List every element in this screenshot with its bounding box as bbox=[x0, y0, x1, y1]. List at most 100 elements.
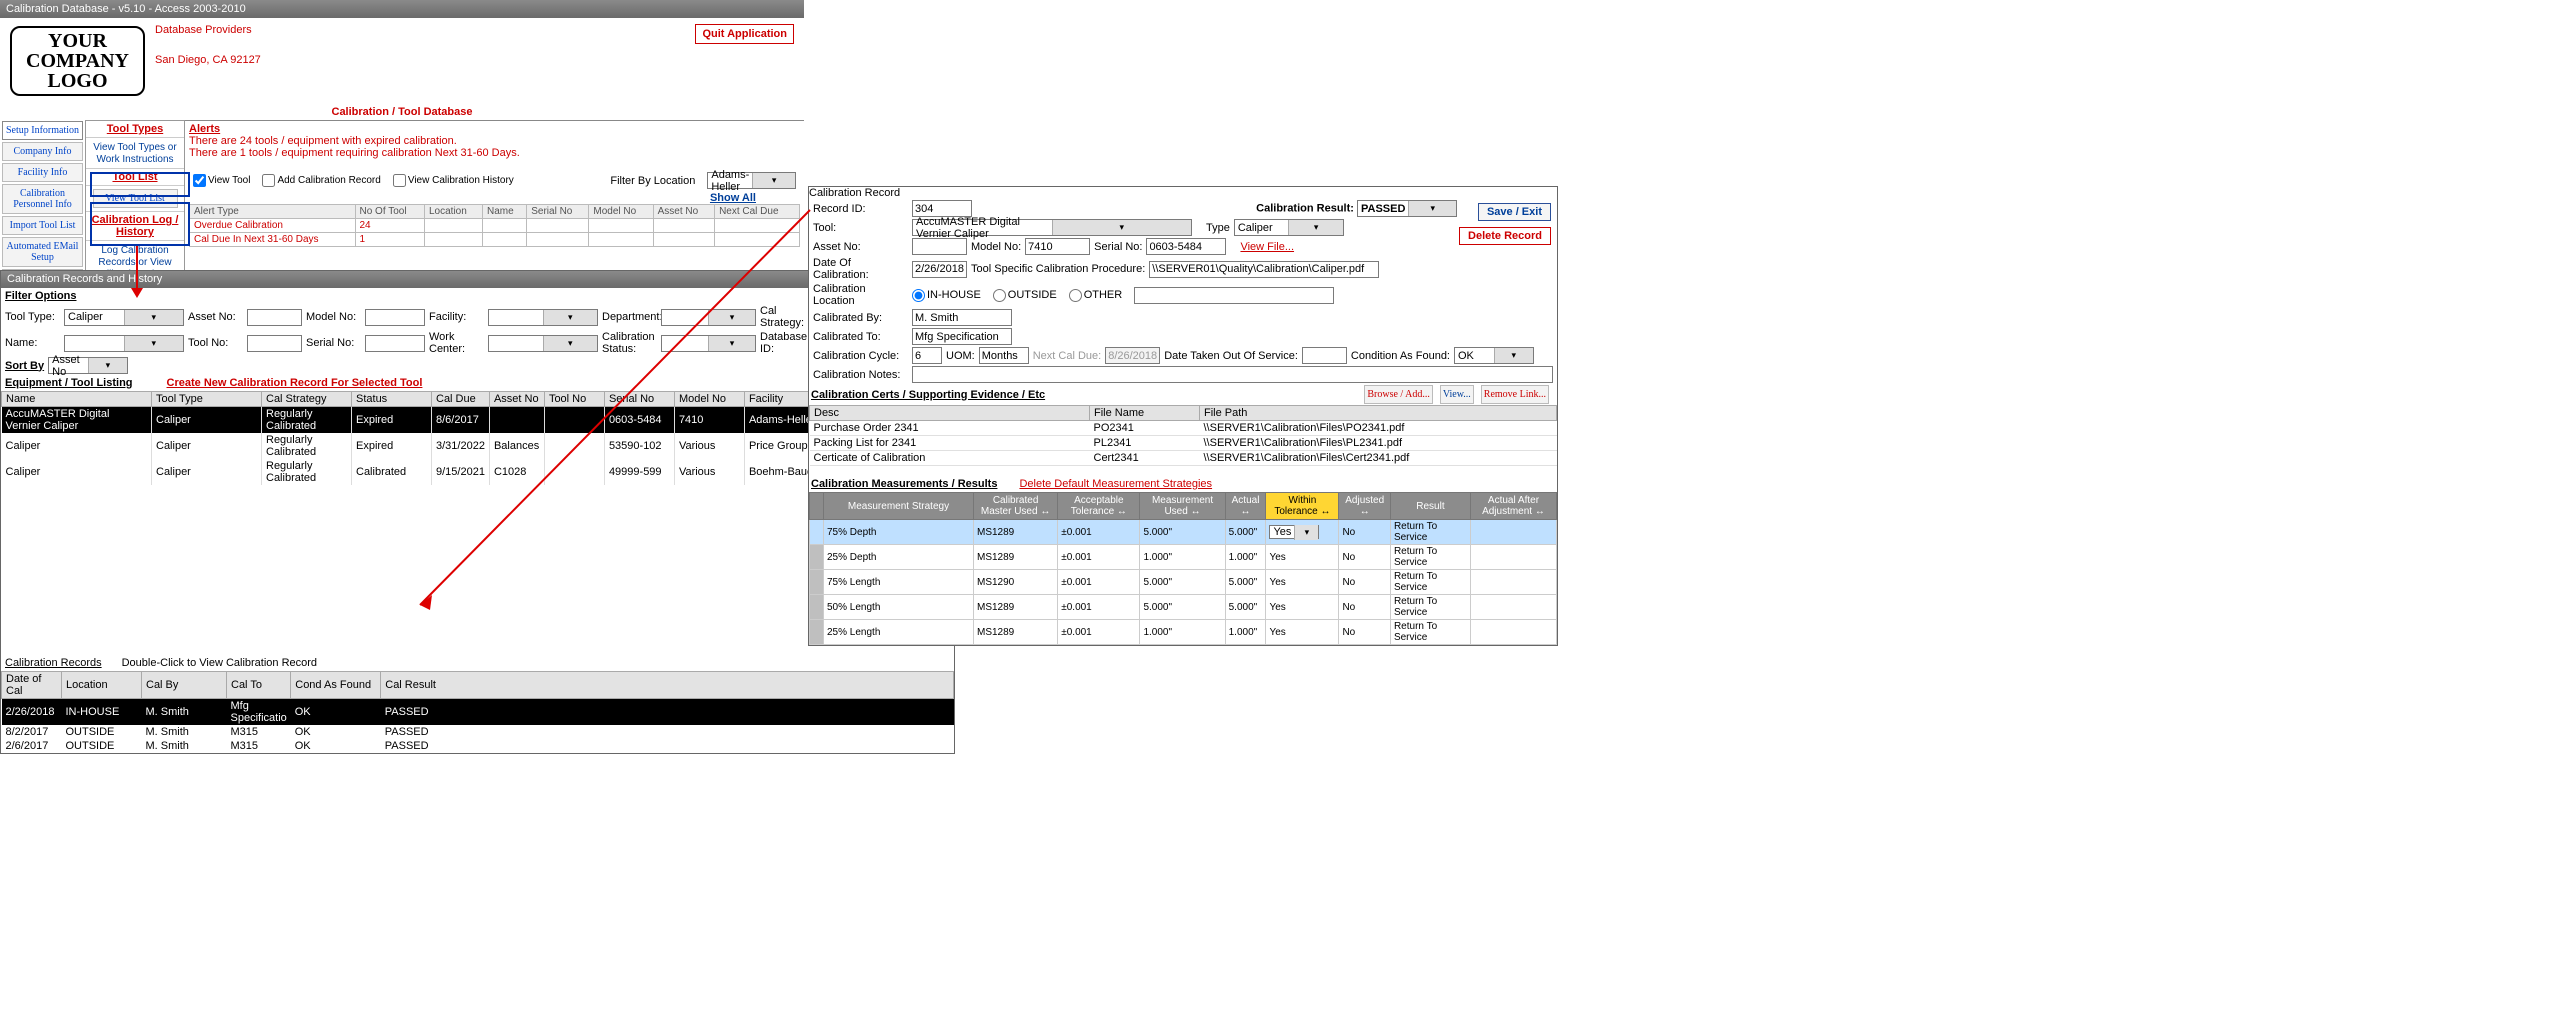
lbl-serial: Serial No: bbox=[1094, 241, 1142, 253]
arrow-diag-icon bbox=[420, 600, 820, 610]
table-row: Packing List for 2341PL2341\\SERVER1\Cal… bbox=[810, 436, 1557, 451]
lbl-oos: Date Taken Out Of Service: bbox=[1164, 350, 1298, 362]
loc-other-radio[interactable]: OTHER bbox=[1069, 289, 1123, 302]
result-select[interactable]: PASSED▾ bbox=[1357, 200, 1457, 217]
certs-header: Calibration Certs / Supporting Evidence … bbox=[809, 387, 1047, 403]
lbl-db-id: Database ID: bbox=[760, 331, 815, 355]
col-header[interactable]: Alert Type bbox=[190, 205, 356, 219]
db-providers-link[interactable]: Database Providers bbox=[155, 24, 695, 36]
filter-work-center[interactable]: ▾ bbox=[488, 335, 598, 352]
add-cal-check[interactable]: Add Calibration Record bbox=[262, 174, 380, 187]
delete-strategies-link[interactable]: Delete Default Measurement Strategies bbox=[1019, 478, 1212, 490]
logo-line: YOUR bbox=[48, 30, 107, 52]
procedure-field[interactable] bbox=[1149, 261, 1379, 278]
table-row: 75% LengthMS1290±0.0015.000"5.000"YesNoR… bbox=[810, 570, 1557, 595]
table-row[interactable]: 2/6/2017OUTSIDEM. SmithM315OKPASSED bbox=[2, 739, 954, 753]
date-field[interactable] bbox=[912, 261, 967, 278]
quit-button[interactable]: Quit Application bbox=[695, 24, 794, 44]
view-tool-check[interactable]: View Tool bbox=[193, 174, 250, 187]
table-row[interactable]: 8/2/2017OUTSIDEM. SmithM315OKPASSED bbox=[2, 725, 954, 739]
view-file-link[interactable]: View File... bbox=[1240, 241, 1294, 253]
lbl-model-no: Model No: bbox=[306, 311, 361, 323]
view-hist-check[interactable]: View Calibration History bbox=[393, 174, 514, 187]
certs-grid[interactable]: DescFile NameFile Path Purchase Order 23… bbox=[809, 405, 1557, 466]
view-button[interactable]: View... bbox=[1440, 385, 1474, 404]
measurements-grid[interactable]: Measurement Strategy Calibrated Master U… bbox=[809, 492, 1557, 645]
cell: 1 bbox=[355, 233, 424, 247]
cell[interactable]: Cal Due In Next 31-60 Days bbox=[190, 233, 356, 247]
serial-no-field[interactable] bbox=[1146, 238, 1226, 255]
cell[interactable]: Overdue Calibration bbox=[190, 219, 356, 233]
view-tool-list-button[interactable]: View Tool List bbox=[93, 189, 178, 208]
sidebar-email-setup[interactable]: Automated EMail Setup bbox=[2, 237, 83, 267]
table-row: 50% LengthMS1289±0.0015.000"5.000"YesNoR… bbox=[810, 595, 1557, 620]
lbl-uom: UOM: bbox=[946, 350, 975, 362]
filter-location-select[interactable]: Adams-Heller▾ bbox=[707, 172, 796, 189]
tool-select[interactable]: AccuMASTER Digital Vernier Caliper▾ bbox=[912, 219, 1192, 236]
lbl-department: Department: bbox=[602, 311, 657, 323]
model-no-field[interactable] bbox=[1025, 238, 1090, 255]
filter-loc-label: Filter By Location bbox=[610, 175, 695, 187]
remove-link-button[interactable]: Remove Link... bbox=[1481, 385, 1549, 404]
filter-serial-no[interactable] bbox=[365, 335, 425, 352]
col-header[interactable]: Model No bbox=[589, 205, 653, 219]
filter-asset-no[interactable] bbox=[247, 309, 302, 326]
lbl-notes: Calibration Notes: bbox=[813, 369, 908, 381]
col-header[interactable]: Next Cal Due bbox=[715, 205, 800, 219]
table-row: 25% LengthMS1289±0.0011.000"1.000"YesNoR… bbox=[810, 620, 1557, 645]
view-tool-types-link[interactable]: View Tool Types or Work Instructions bbox=[93, 142, 176, 165]
company-logo: YOURCOMPANYLOGO bbox=[10, 26, 145, 96]
filter-tool-no[interactable] bbox=[247, 335, 302, 352]
condition-select[interactable]: OK▾ bbox=[1454, 347, 1534, 364]
uom-field[interactable] bbox=[979, 347, 1029, 364]
save-exit-button[interactable]: Save / Exit bbox=[1478, 203, 1551, 221]
lbl-type: Type bbox=[1206, 222, 1230, 234]
filter-cal-status[interactable]: ▾ bbox=[661, 335, 756, 352]
lbl-cond: Condition As Found: bbox=[1351, 350, 1450, 362]
col-header[interactable]: Location bbox=[424, 205, 482, 219]
asset-no-field[interactable] bbox=[912, 238, 967, 255]
table-row[interactable]: 2/26/2018IN-HOUSEM. SmithMfg Specificati… bbox=[2, 699, 954, 726]
lbl-work-center: Work Center: bbox=[429, 331, 484, 355]
calibrated-to-field[interactable] bbox=[912, 328, 1012, 345]
filter-model-no[interactable] bbox=[365, 309, 425, 326]
lbl-next: Next Cal Due: bbox=[1033, 350, 1101, 362]
sidebar-import-tool[interactable]: Import Tool List bbox=[2, 216, 83, 235]
oos-field[interactable] bbox=[1302, 347, 1347, 364]
cal-records-grid[interactable]: Date of CalLocationCal ByCal ToCond As F… bbox=[1, 671, 954, 753]
col-header[interactable]: No Of Tool bbox=[355, 205, 424, 219]
calibrated-by-field[interactable] bbox=[912, 309, 1012, 326]
sidebar-company-info[interactable]: Company Info bbox=[2, 142, 83, 161]
loc-inhouse-radio[interactable]: IN-HOUSE bbox=[912, 289, 981, 302]
cal-records-hint: Double-Click to View Calibration Record bbox=[122, 657, 317, 669]
logo-line: LOGO bbox=[47, 70, 107, 92]
lbl-model: Model No: bbox=[971, 241, 1021, 253]
logo-line: COMPANY bbox=[26, 50, 129, 72]
delete-record-button[interactable]: Delete Record bbox=[1459, 227, 1551, 245]
record-id-field[interactable] bbox=[912, 200, 972, 217]
sidebar-facility-info[interactable]: Facility Info bbox=[2, 163, 83, 182]
tool-types-header: Tool Types bbox=[86, 121, 184, 138]
col-header[interactable]: Asset No bbox=[653, 205, 714, 219]
page-title: Calibration / Tool Database bbox=[0, 104, 804, 120]
type-select[interactable]: Caliper▾ bbox=[1234, 219, 1344, 236]
loc-outside-radio[interactable]: OUTSIDE bbox=[993, 289, 1057, 302]
notes-field[interactable] bbox=[912, 366, 1553, 383]
sidebar-setup-info[interactable]: Setup Information bbox=[2, 121, 83, 140]
sidebar-personnel-info[interactable]: Calibration Personnel Info bbox=[2, 184, 83, 214]
record-window-title: Calibration Record bbox=[809, 187, 1557, 199]
show-all-link[interactable]: Show All bbox=[710, 192, 756, 204]
create-new-record-link[interactable]: Create New Calibration Record For Select… bbox=[167, 377, 423, 389]
loc-other-field[interactable] bbox=[1134, 287, 1334, 304]
browse-add-button[interactable]: Browse / Add... bbox=[1364, 385, 1433, 404]
lbl-serial-no: Serial No: bbox=[306, 337, 361, 349]
sort-by-select[interactable]: Asset No▾ bbox=[48, 357, 128, 374]
filter-department[interactable]: ▾ bbox=[661, 309, 756, 326]
filter-facility[interactable]: ▾ bbox=[488, 309, 598, 326]
filter-tool-type[interactable]: Caliper▾ bbox=[64, 309, 184, 326]
col-header[interactable]: Name bbox=[483, 205, 527, 219]
col-header[interactable]: Serial No bbox=[527, 205, 589, 219]
alerts-table: Alert Type No Of Tool Location Name Seri… bbox=[189, 204, 800, 247]
filter-name[interactable]: ▾ bbox=[64, 335, 184, 352]
cycle-field[interactable] bbox=[912, 347, 942, 364]
